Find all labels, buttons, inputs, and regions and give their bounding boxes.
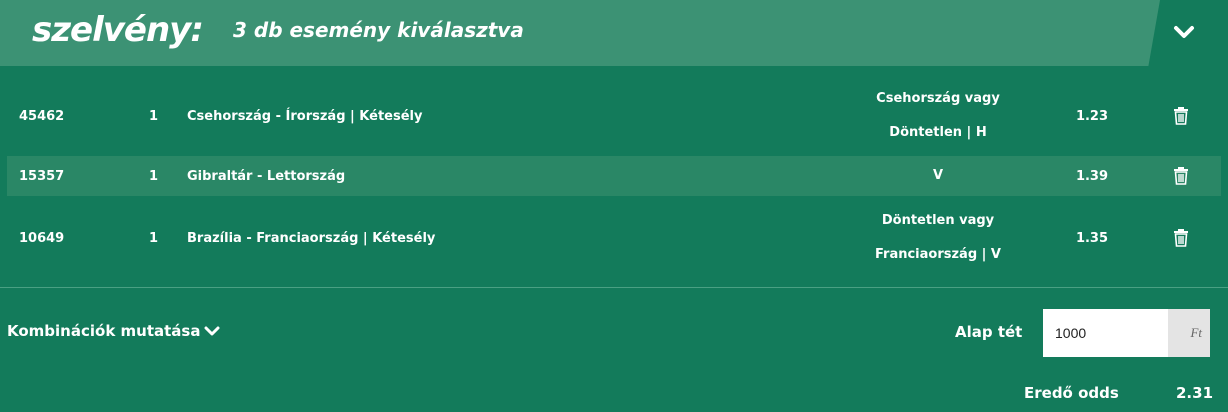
tip-line-1: Csehország vagy	[876, 91, 1000, 106]
event-id: 15357	[19, 168, 65, 184]
selection-count: 3 db esemény kiválasztva	[233, 18, 524, 42]
show-combinations-link[interactable]: Kombinációk mutatása	[7, 322, 220, 340]
chevron-down-icon	[204, 326, 220, 336]
combinations-label: Kombinációk mutatása	[7, 322, 201, 340]
stake-input[interactable]	[1043, 309, 1168, 357]
multiplier: 1	[149, 168, 159, 184]
betslip-header: szelvény: 3 db esemény kiválasztva	[0, 0, 1228, 66]
trash-icon	[1174, 167, 1188, 185]
odds: 1.39	[1075, 168, 1109, 184]
total-odds-label: Eredő odds	[1024, 384, 1119, 402]
tip: V	[827, 156, 1049, 196]
match-name: Brazília - Franciaország | Kétesély	[187, 230, 436, 246]
event-id: 10649	[19, 230, 65, 246]
tip: Döntetlen vagy Franciaország | V	[827, 200, 1049, 276]
brand-logo: szelvény:	[32, 10, 204, 50]
event-id: 45462	[19, 108, 65, 124]
tip-line-1: V	[932, 168, 944, 183]
tip-line-1: Döntetlen vagy	[881, 213, 995, 228]
trash-icon	[1174, 229, 1188, 247]
odds: 1.23	[1075, 108, 1109, 124]
delete-button[interactable]	[1170, 80, 1192, 152]
divider	[0, 287, 1228, 288]
match-name: Gibraltár - Lettország	[187, 168, 346, 184]
multiplier: 1	[149, 108, 159, 124]
chevron-down-icon	[1174, 26, 1194, 38]
delete-button[interactable]	[1170, 200, 1192, 276]
tip-line-2: Franciaország | V	[874, 247, 1001, 262]
stake-field: Ft	[1043, 309, 1210, 357]
stake-label: Alap tét	[955, 323, 1023, 341]
selection-row: 10649 1 Brazília - Franciaország | Kétes…	[7, 200, 1221, 276]
total-odds-value: 2.31	[1176, 384, 1214, 402]
currency-unit: Ft	[1168, 309, 1210, 357]
selection-row: 15357 1 Gibraltár - Lettország V 1.39	[7, 156, 1221, 196]
selection-row: 45462 1 Csehország - Írország | Kétesély…	[7, 80, 1221, 152]
trash-icon	[1174, 107, 1188, 125]
tip: Csehország vagy Döntetlen | H	[827, 80, 1049, 152]
odds: 1.35	[1075, 230, 1109, 246]
match-name: Csehország - Írország | Kétesély	[187, 108, 423, 124]
tip-line-2: Döntetlen | H	[889, 125, 987, 140]
delete-button[interactable]	[1170, 156, 1192, 196]
collapse-toggle-button[interactable]	[1172, 22, 1196, 44]
multiplier: 1	[149, 230, 159, 246]
